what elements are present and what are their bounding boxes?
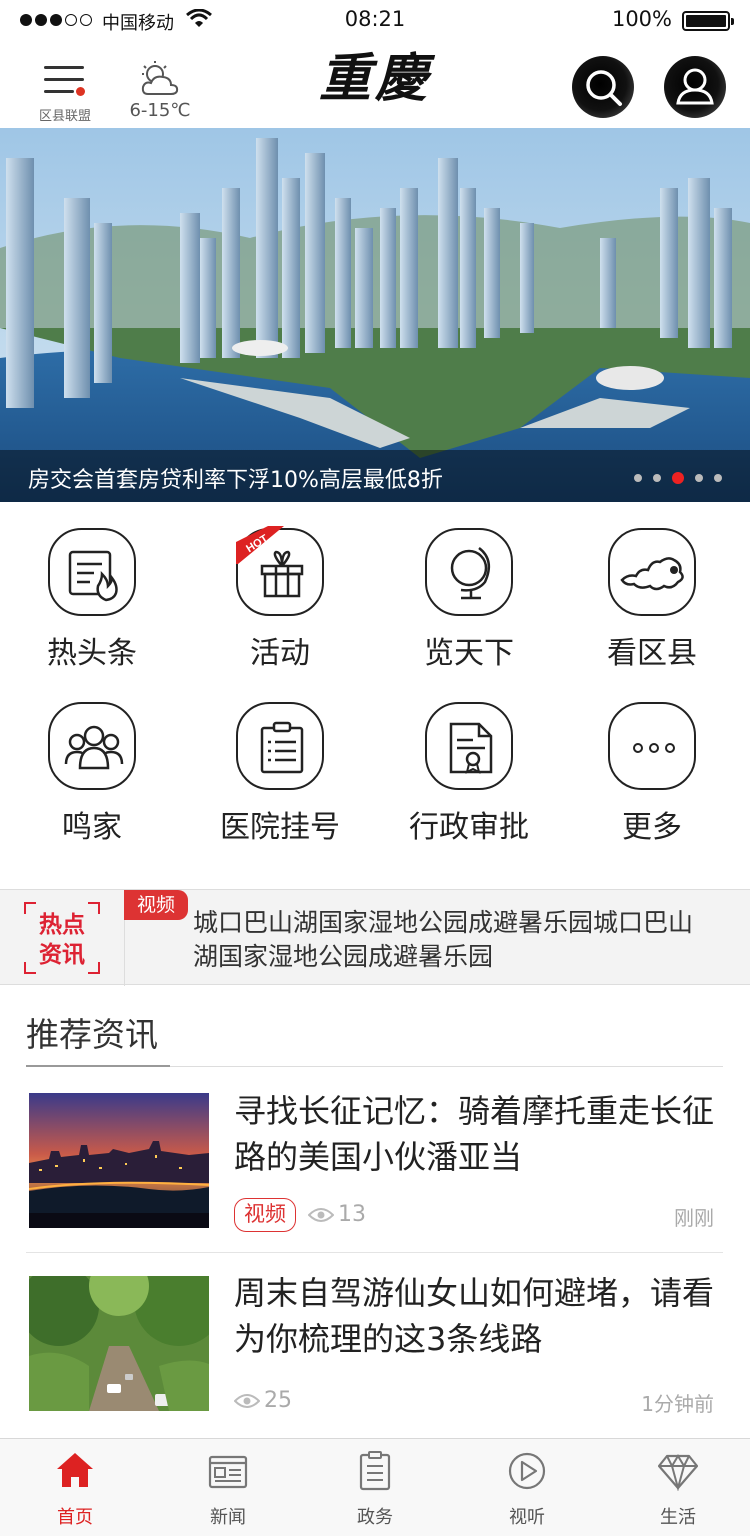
newspaper-icon (208, 1455, 248, 1489)
grid-item-approval[interactable]: 行政审批 (389, 676, 549, 845)
grid-item-label: 更多 (622, 810, 682, 845)
weather-widget[interactable]: 6-15℃ (124, 60, 196, 124)
tab-news[interactable]: 新闻 (153, 1439, 303, 1536)
banner-city-image (0, 128, 750, 502)
publish-time: 刚刚 (674, 1206, 714, 1230)
app-logo: 重慶 (318, 48, 431, 109)
tab-label: 新闻 (210, 1507, 246, 1528)
app-header: 区县联盟 6-15℃ 重慶 (0, 42, 750, 128)
grid-item-label: 热头条 (47, 636, 137, 671)
grid-item-label: 鸣家 (62, 810, 122, 845)
battery-percent: 100% (611, 7, 672, 31)
headline-fire-icon (68, 550, 118, 602)
grid-item-districts[interactable]: 看区县 (572, 502, 732, 671)
certificate-icon (449, 722, 493, 774)
pager-dot[interactable] (634, 474, 642, 482)
grid-item-label: 医院挂号 (220, 810, 340, 845)
pager-dot[interactable] (653, 474, 661, 482)
video-tag: 视频 (234, 1198, 296, 1232)
article-title[interactable]: 周末自驾游仙女山如何避堵，请看为你梳理的这3条线路 (234, 1270, 720, 1362)
tab-label: 视听 (509, 1507, 545, 1528)
grid-item-activity[interactable]: HOT 活动 (200, 502, 360, 671)
banner-title: 房交会首套房贷利率下浮10%高层最低8折 (28, 468, 443, 493)
hero-banner[interactable]: 房交会首套房贷利率下浮10%高层最低8折 (0, 128, 750, 502)
people-icon (64, 725, 124, 770)
grid-item-headline[interactable]: 热头条 (12, 502, 172, 671)
tab-label: 首页 (57, 1507, 93, 1528)
diamond-icon (658, 1454, 698, 1491)
cloudy-sun-icon (141, 61, 179, 95)
view-count-value: 13 (338, 1202, 366, 1227)
article-item[interactable]: 寻找长征记忆：骑着摩托重走长征路的美国小伙潘亚当 视频 13 刚刚 (26, 1088, 723, 1234)
tab-label: 政务 (357, 1507, 393, 1528)
globe-icon (450, 547, 491, 600)
grid-item-label: 活动 (250, 636, 310, 671)
article-title[interactable]: 寻找长征记忆：骑着摩托重走长征路的美国小伙潘亚当 (234, 1088, 720, 1180)
grid-item-hospital[interactable]: 医院挂号 (200, 676, 360, 845)
grid-item-minjia[interactable]: 鸣家 (12, 676, 172, 845)
weather-temperature: 6-15℃ (129, 100, 191, 121)
view-count-value: 25 (264, 1388, 292, 1413)
badge-line-1: 热点 (39, 912, 85, 938)
user-profile-button[interactable] (664, 56, 726, 118)
search-icon (586, 70, 622, 106)
eye-icon (234, 1393, 260, 1408)
play-icon (508, 1452, 546, 1490)
feature-grid: 热头条 HOT 活动 览天下 看区县 鸣家 医院挂号 行政审批 更多 (0, 502, 750, 888)
article-thumbnail (29, 1093, 209, 1228)
badge-line-2: 资讯 (39, 942, 85, 968)
menu-label: 区县联盟 (38, 109, 91, 124)
forest-road-image (29, 1276, 209, 1411)
search-button[interactable] (572, 56, 634, 118)
pager-dot[interactable] (672, 472, 684, 484)
video-tag: 视频 (124, 890, 188, 920)
tab-life[interactable]: 生活 (603, 1439, 750, 1536)
tab-media[interactable]: 视听 (452, 1439, 602, 1536)
clipboard-icon (260, 721, 304, 774)
article-item[interactable]: 周末自驾游仙女山如何避堵，请看为你梳理的这3条线路 25 1分钟前 (26, 1270, 723, 1416)
district-menu-button[interactable]: 区县联盟 (30, 62, 100, 124)
user-icon (676, 68, 714, 105)
hot-badge: HOT (236, 526, 284, 564)
view-count: 25 (234, 1388, 292, 1413)
document-icon (359, 1451, 391, 1491)
section-title: 推荐资讯 (26, 1015, 158, 1054)
bottom-tab-bar: 首页 新闻 政务 视听 生活 (0, 1438, 750, 1536)
article-meta: 视频 13 刚刚 (234, 1198, 720, 1232)
grid-item-label: 览天下 (424, 636, 514, 671)
grid-item-more[interactable]: 更多 (572, 676, 732, 845)
pager-dot[interactable] (695, 474, 703, 482)
banner-pager[interactable] (634, 472, 722, 484)
article-divider (26, 1252, 723, 1253)
tab-government[interactable]: 政务 (300, 1439, 450, 1536)
section-underline (26, 1065, 170, 1067)
city-night-image (29, 1093, 209, 1228)
ticker-headline[interactable]: 城口巴山湖国家湿地公园成避暑乐园城口巴山湖国家湿地公园成避暑乐园 (193, 906, 713, 974)
publish-time: 1分钟前 (641, 1392, 714, 1416)
more-icon (633, 743, 675, 753)
pager-dot[interactable] (714, 474, 722, 482)
menu-icon (44, 66, 84, 102)
notification-dot (76, 87, 85, 96)
battery-icon (682, 11, 734, 31)
hot-news-badge: 热点 资讯 (24, 902, 100, 974)
hot-news-ticker[interactable]: 热点 资讯 视频 城口巴山湖国家湿地公园成避暑乐园城口巴山湖国家湿地公园成避暑乐… (0, 889, 750, 986)
home-icon (57, 1453, 93, 1487)
tab-label: 生活 (660, 1507, 696, 1528)
grid-item-label: 看区县 (607, 636, 697, 671)
eye-icon (308, 1207, 334, 1222)
article-thumbnail (29, 1276, 209, 1411)
status-bar: 中国移动 08:21 100% (0, 0, 750, 42)
banner-caption-bar: 房交会首套房贷利率下浮10%高层最低8折 (0, 450, 750, 502)
map-icon (620, 557, 684, 591)
grid-item-label: 行政审批 (409, 810, 529, 845)
article-meta: 25 1分钟前 (234, 1384, 720, 1418)
tab-home[interactable]: 首页 (0, 1439, 150, 1536)
grid-item-world[interactable]: 览天下 (389, 502, 549, 671)
view-count: 13 (308, 1202, 366, 1227)
